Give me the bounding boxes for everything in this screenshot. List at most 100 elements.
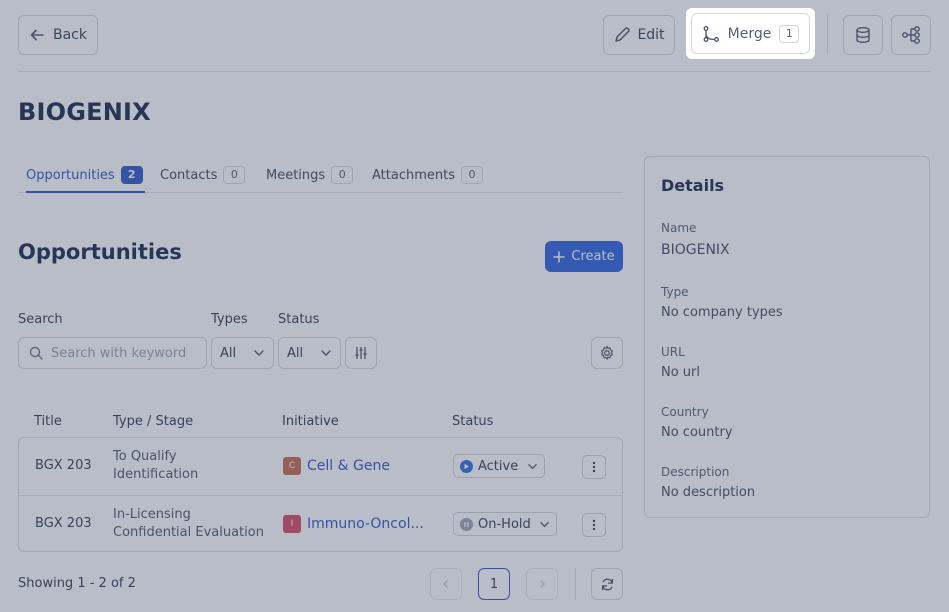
details-title: Details — [661, 176, 725, 195]
row-initiative[interactable]: C Cell & Gene — [283, 457, 433, 475]
merge-count-badge: 1 — [779, 24, 800, 43]
tab-contacts[interactable]: Contacts 0 — [160, 164, 246, 186]
chevron-down-icon — [253, 347, 265, 359]
refresh-button[interactable] — [591, 568, 623, 600]
more-vertical-icon — [592, 461, 596, 473]
status-label: Active — [478, 458, 519, 474]
row-status-select[interactable]: On-Hold — [453, 512, 557, 536]
description-value: No description — [661, 485, 756, 500]
chevron-left-icon — [441, 579, 451, 589]
tab-label: Meetings — [266, 167, 326, 183]
initiative-link: Immuno-Oncol... — [307, 516, 424, 532]
search-icon — [29, 346, 43, 360]
chevron-down-icon — [320, 347, 332, 359]
search-placeholder: Search with keyword — [51, 345, 187, 361]
merge-button[interactable]: Merge 1 — [691, 13, 810, 54]
merge-icon — [702, 25, 720, 43]
database-button[interactable] — [843, 15, 883, 55]
opportunities-page: Back Edit BIOGENIX Opportunities 2 Conta… — [0, 0, 949, 612]
types-label: Types — [211, 312, 248, 327]
hierarchy-icon — [901, 25, 921, 45]
play-icon — [460, 459, 473, 473]
pencil-icon — [613, 26, 631, 44]
database-icon — [854, 26, 872, 44]
merge-spotlight: Merge 1 — [686, 8, 815, 59]
details-panel: Details Name BIOGENIX Type No company ty… — [644, 156, 930, 518]
column-header-title: Title — [34, 414, 62, 429]
back-label: Back — [53, 27, 87, 43]
active-tab-indicator — [26, 191, 145, 193]
type-label: Type — [661, 285, 689, 299]
search-input[interactable]: Search with keyword — [18, 337, 207, 369]
plus-icon — [553, 250, 566, 263]
row-status-select[interactable]: Active — [453, 454, 545, 478]
row-title: BGX 203 — [35, 516, 92, 531]
country-label: Country — [661, 405, 709, 419]
merge-label: Merge — [727, 25, 772, 42]
tab-meetings[interactable]: Meetings 0 — [266, 164, 354, 186]
row-type: To Qualify — [113, 449, 177, 464]
initiative-badge: C — [283, 457, 301, 475]
url-label: URL — [661, 345, 685, 359]
types-select[interactable]: All — [211, 337, 274, 369]
advanced-filter-button[interactable] — [345, 337, 377, 369]
row-actions-button[interactable] — [582, 455, 606, 479]
pause-icon — [460, 517, 473, 531]
create-label: Create — [571, 249, 615, 264]
status-label: On-Hold — [478, 516, 531, 532]
row-initiative[interactable]: I Immuno-Oncol... — [283, 515, 433, 533]
opportunities-table: BGX 203 To Qualify Identification C Cell… — [18, 437, 623, 552]
column-header-status: Status — [452, 414, 494, 429]
column-header-initiative: Initiative — [282, 414, 339, 429]
status-label: Status — [278, 312, 320, 327]
status-value: All — [287, 345, 304, 361]
table-settings-button[interactable] — [591, 337, 623, 369]
hierarchy-button[interactable] — [891, 15, 931, 55]
name-label: Name — [661, 221, 697, 235]
name-value: BIOGENIX — [661, 242, 730, 258]
tab-label: Opportunities — [26, 167, 115, 183]
section-title: Opportunities — [18, 240, 182, 264]
refresh-icon — [600, 577, 615, 592]
tab-count: 2 — [120, 166, 143, 184]
table-row[interactable]: BGX 203 To Qualify Identification C Cell… — [19, 438, 622, 495]
tab-count: 0 — [460, 166, 483, 184]
arrow-left-icon — [29, 27, 45, 43]
description-label: Description — [661, 465, 730, 479]
more-vertical-icon — [592, 519, 596, 531]
row-title: BGX 203 — [35, 458, 92, 473]
search-label: Search — [18, 312, 63, 327]
row-stage: Identification — [113, 467, 199, 482]
edit-button[interactable]: Edit — [603, 15, 675, 55]
url-value: No url — [661, 365, 701, 380]
prev-page-button[interactable] — [430, 568, 462, 600]
tab-count: 0 — [223, 166, 246, 184]
row-actions-button[interactable] — [582, 513, 606, 537]
tab-attachments[interactable]: Attachments 0 — [372, 164, 483, 186]
tab-bar: Opportunities 2 Contacts 0 Meetings 0 At… — [18, 160, 623, 193]
create-button[interactable]: Create — [545, 241, 623, 272]
sliders-icon — [354, 346, 368, 360]
header-divider — [18, 71, 930, 72]
status-select[interactable]: All — [278, 337, 341, 369]
row-stage: Confidential Evaluation — [113, 525, 264, 540]
pagination-divider — [575, 568, 576, 600]
table-row[interactable]: BGX 203 In-Licensing Confidential Evalua… — [19, 495, 622, 552]
edit-label: Edit — [637, 27, 665, 43]
toolbar-divider — [827, 14, 828, 54]
row-type: In-Licensing — [113, 507, 191, 522]
initiative-link: Cell & Gene — [307, 458, 390, 474]
initiative-badge: I — [283, 515, 301, 533]
page-1-button[interactable]: 1 — [478, 568, 510, 600]
tab-opportunities[interactable]: Opportunities 2 — [26, 164, 143, 186]
country-value: No country — [661, 425, 733, 440]
gear-icon — [599, 345, 615, 361]
tab-count: 0 — [331, 166, 354, 184]
tab-label: Contacts — [160, 167, 218, 183]
back-button[interactable]: Back — [18, 15, 98, 55]
showing-count: Showing 1 - 2 of 2 — [18, 576, 136, 591]
next-page-button[interactable] — [526, 568, 558, 600]
tab-label: Attachments — [372, 167, 455, 183]
company-name: BIOGENIX — [18, 98, 151, 126]
chevron-down-icon — [539, 519, 550, 530]
